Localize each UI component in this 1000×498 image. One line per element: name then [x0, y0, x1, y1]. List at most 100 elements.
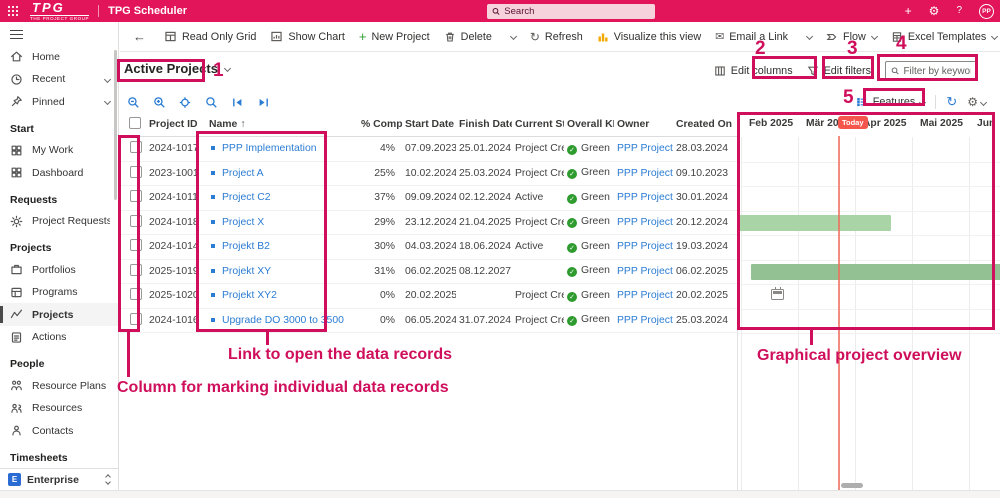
- project-record-link[interactable]: Project A: [222, 168, 264, 179]
- project-record-link[interactable]: Upgrade DO 3000 to 3500: [222, 315, 344, 326]
- cell-owner-link[interactable]: PPP Project Ma: [614, 217, 673, 228]
- project-record-link[interactable]: Project C2: [222, 192, 271, 203]
- kpi-green-icon: ✓: [567, 267, 577, 277]
- visualize-view-button[interactable]: Visualize this view: [590, 26, 708, 48]
- table-row[interactable]: 2024-1011Project C237%09.09.202402.12.20…: [120, 186, 737, 211]
- project-record-link[interactable]: Projekt XY: [222, 266, 271, 277]
- cell-owner-link[interactable]: PPP Project Ma: [614, 192, 673, 203]
- col-header-name[interactable]: Name↑: [198, 119, 358, 130]
- col-header-start[interactable]: Start Date: [402, 119, 456, 130]
- gantt-month-gridline: [741, 137, 742, 490]
- search-icon[interactable]: [205, 96, 218, 109]
- cell-owner-link[interactable]: PPP Project Ma: [614, 315, 673, 326]
- sidebar-item-portfolios[interactable]: Portfolios: [0, 258, 118, 281]
- keyword-filter-box[interactable]: [885, 61, 977, 81]
- sidebar-item-my-work[interactable]: My Work: [0, 139, 118, 162]
- col-header-state[interactable]: Current State: [512, 119, 564, 130]
- sidebar-scrollbar[interactable]: [114, 50, 117, 200]
- avatar[interactable]: PP: [979, 4, 994, 19]
- read-only-grid-button[interactable]: Read Only Grid: [157, 26, 263, 48]
- row-checkbox[interactable]: [130, 215, 142, 227]
- waffle-icon[interactable]: [0, 5, 26, 17]
- cell-owner-link[interactable]: PPP Project Ma: [614, 241, 673, 252]
- chevron-down-icon[interactable]: [104, 98, 111, 105]
- sidebar-item-projects[interactable]: Projects: [0, 303, 118, 326]
- col-header-project-id[interactable]: Project ID: [146, 119, 198, 130]
- select-all-checkbox[interactable]: [129, 117, 141, 129]
- email-chevron[interactable]: [799, 26, 819, 48]
- zoom-in-icon[interactable]: [153, 96, 166, 109]
- excel-templates-button[interactable]: Excel Templates: [884, 26, 1000, 48]
- zoom-fit-icon[interactable]: [179, 96, 192, 109]
- refresh-grid-icon[interactable]: ↻: [946, 94, 957, 110]
- cell-owner-link[interactable]: PPP Project Ma: [614, 290, 673, 301]
- zoom-out-icon[interactable]: [127, 96, 140, 109]
- table-row[interactable]: 2024-1018Project X29%23.12.202421.04.202…: [120, 211, 737, 236]
- hamburger-menu-icon[interactable]: [10, 30, 23, 39]
- help-icon[interactable]: ?: [956, 6, 962, 16]
- global-search[interactable]: [487, 4, 655, 19]
- refresh-button[interactable]: ↻Refresh: [523, 26, 590, 48]
- row-checkbox[interactable]: [130, 288, 142, 300]
- skip-to-start-icon[interactable]: [231, 96, 244, 109]
- chevron-down-icon[interactable]: [104, 76, 111, 83]
- cell-owner-link[interactable]: PPP Project Ma: [614, 266, 673, 277]
- sidebar-item-actions[interactable]: Actions: [0, 326, 118, 349]
- edit-filters-button[interactable]: Edit filters: [807, 65, 871, 77]
- environment-switcher[interactable]: E Enterprise: [0, 468, 118, 490]
- email-link-button[interactable]: ✉Email a Link: [708, 26, 795, 48]
- row-checkbox[interactable]: [130, 190, 142, 202]
- row-checkbox[interactable]: [130, 166, 142, 178]
- new-project-button[interactable]: +New Project: [352, 26, 437, 48]
- view-selector[interactable]: Active Projects: [124, 61, 230, 76]
- project-record-link[interactable]: Project X: [222, 217, 264, 228]
- back-button[interactable]: ←: [126, 26, 153, 48]
- project-record-link[interactable]: Projekt B2: [222, 241, 270, 252]
- project-record-link[interactable]: Projekt XY2: [222, 290, 277, 301]
- col-header-finish[interactable]: Finish Date: [456, 119, 512, 130]
- sidebar-item-project-requests[interactable]: Project Requests: [0, 210, 118, 233]
- table-row[interactable]: 2023-1001Project A25%10.02.202425.03.202…: [120, 162, 737, 187]
- cell-owner-link[interactable]: PPP Project Ma: [614, 168, 673, 179]
- sidebar-item-recent[interactable]: Recent: [0, 68, 118, 91]
- chevron-updown-icon: [106, 475, 110, 484]
- add-icon[interactable]: +: [905, 5, 912, 17]
- gantt-bar[interactable]: [751, 264, 1000, 280]
- project-record-link[interactable]: PPP Implementation: [222, 143, 317, 154]
- sidebar-item-contacts[interactable]: Contacts: [0, 419, 118, 442]
- sidebar-item-resources[interactable]: Resources: [0, 397, 118, 420]
- grid-settings[interactable]: ⚙: [967, 95, 986, 109]
- gantt-bar[interactable]: [738, 215, 891, 231]
- search-input[interactable]: [504, 6, 650, 17]
- calendar-icon[interactable]: [771, 289, 784, 300]
- row-checkbox[interactable]: [130, 141, 142, 153]
- col-header-owner[interactable]: Owner: [614, 119, 673, 130]
- settings-gear-icon[interactable]: ⚙: [929, 5, 940, 17]
- features-dropdown[interactable]: Features: [856, 96, 926, 108]
- row-checkbox[interactable]: [130, 239, 142, 251]
- table-row[interactable]: 2025-1020Projekt XY20%20.02.2025Project …: [120, 284, 737, 309]
- table-row[interactable]: 2024-1016Upgrade DO 3000 to 35000%06.05.…: [120, 309, 737, 334]
- show-chart-button[interactable]: Show Chart: [263, 26, 351, 48]
- delete-button[interactable]: Delete: [437, 26, 499, 48]
- sidebar-item-pinned[interactable]: Pinned: [0, 90, 118, 113]
- sidebar-item-home[interactable]: Home: [0, 45, 118, 68]
- keyword-filter-input[interactable]: [903, 66, 971, 77]
- col-header-kpi[interactable]: Overall KPI: [564, 119, 614, 130]
- col-header-pct[interactable]: % Complete: [358, 119, 402, 130]
- sidebar-item-programs[interactable]: Programs: [0, 281, 118, 304]
- gantt-scrollbar-thumb[interactable]: [841, 483, 863, 488]
- sidebar-item-resource-plans[interactable]: Resource Plans: [0, 374, 118, 397]
- cell-owner-link[interactable]: PPP Project Ma: [614, 143, 673, 154]
- table-row[interactable]: 2025-1019Projekt XY31%06.02.202508.12.20…: [120, 260, 737, 285]
- table-row[interactable]: 2024-1014Projekt B230%04.03.202418.06.20…: [120, 235, 737, 260]
- col-header-created[interactable]: Created On: [673, 119, 737, 130]
- more-commands-chevron[interactable]: [503, 26, 523, 48]
- row-checkbox[interactable]: [130, 313, 142, 325]
- flow-button[interactable]: Flow: [819, 26, 884, 48]
- row-checkbox[interactable]: [130, 264, 142, 276]
- sidebar-item-dashboard[interactable]: Dashboard: [0, 161, 118, 184]
- edit-columns-button[interactable]: Edit columns: [714, 65, 793, 77]
- table-row[interactable]: 2024-1017PPP Implementation4%07.09.20232…: [120, 137, 737, 162]
- skip-to-end-icon[interactable]: [257, 96, 270, 109]
